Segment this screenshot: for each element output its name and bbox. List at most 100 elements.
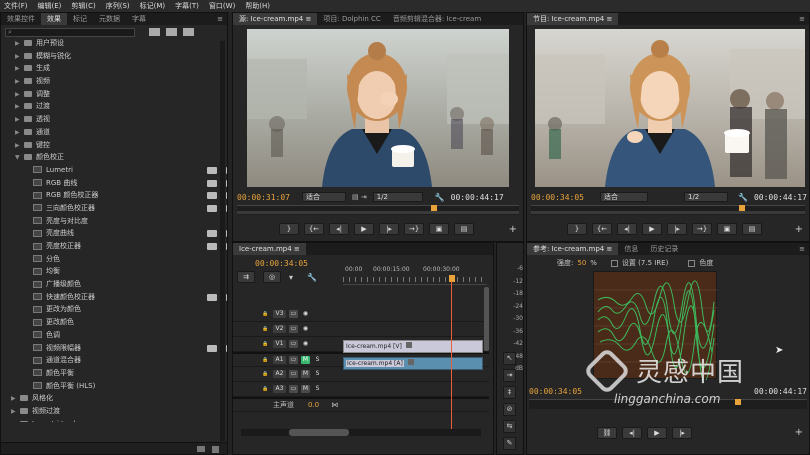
linked-selection-button[interactable]: ◎	[263, 271, 281, 283]
tab-audio-mixer[interactable]: 音频剪辑混合器: Ice-cream	[387, 13, 487, 25]
menu-item-7[interactable]: 帮助(H)	[245, 1, 270, 11]
step-back-button[interactable]: ◂|	[329, 223, 349, 235]
eye-icon[interactable]: ◉	[301, 310, 310, 318]
effect-tree-item[interactable]: Lumetri	[11, 164, 227, 177]
effect-tree-item[interactable]: 通道混合器	[11, 354, 227, 367]
ref-play-button[interactable]: ▶	[647, 427, 667, 439]
effect-tree-item[interactable]: 更改颜色	[11, 316, 227, 329]
add-marker-icon[interactable]: ▾	[289, 273, 293, 282]
effect-tree-item[interactable]: 亮度与对比度	[11, 215, 227, 228]
master-go-to-icon[interactable]: ⋈	[331, 401, 338, 409]
menu-item-6[interactable]: 窗口(W)	[209, 1, 235, 11]
effect-tree-item[interactable]: 分色	[11, 253, 227, 266]
reference-add-button[interactable]: +	[795, 427, 803, 438]
effect-tree-item[interactable]: ▼ 颜色校正	[11, 151, 227, 164]
program-resolution-select[interactable]: 1/2	[683, 192, 728, 202]
extract-button[interactable]: ▤	[742, 223, 762, 235]
track-name[interactable]: A2	[273, 370, 286, 378]
program-step-back-button[interactable]: ◂|	[617, 223, 637, 235]
panel-menu-icon[interactable]: ≡	[217, 15, 227, 23]
source-settings-icon[interactable]: ▤ ⇥	[352, 193, 367, 201]
effect-tree-item[interactable]: ▶ 视频过渡	[11, 405, 227, 418]
tab-reference[interactable]: 参考: Ice-cream.mp4 ≡	[527, 243, 619, 255]
track-name[interactable]: A1	[273, 356, 286, 364]
effect-tree-item[interactable]: ▶ 用户预设	[11, 37, 227, 50]
timeline-hscroll[interactable]	[241, 429, 481, 436]
effect-tree-item[interactable]: ▶ 通道	[11, 126, 227, 139]
accelerated-filter-icon[interactable]	[149, 28, 160, 36]
program-scrub-bar[interactable]	[531, 205, 805, 215]
menu-item-1[interactable]: 编辑(E)	[38, 1, 62, 11]
ref-step-forward-button[interactable]: |▸	[672, 427, 692, 439]
wrench-icon[interactable]: 🔧	[435, 193, 445, 202]
eye-icon[interactable]: ◉	[301, 325, 310, 333]
program-go-to-out-button[interactable]: →}	[692, 223, 712, 235]
insert-button[interactable]: ▣	[429, 223, 449, 235]
effect-tree-item[interactable]: ▶ 模糊与锐化	[11, 50, 227, 63]
lock-icon[interactable]: 🔒	[261, 340, 270, 348]
chroma-checkbox[interactable]	[688, 259, 696, 267]
source-add-button[interactable]: +	[509, 224, 517, 235]
mark-in-button[interactable]: }	[279, 223, 299, 235]
effect-tree-item[interactable]: RGB 颜色校正器	[11, 189, 227, 202]
program-go-to-in-button[interactable]: {←	[592, 223, 612, 235]
trash-icon[interactable]	[212, 446, 219, 453]
video-clip[interactable]: Ice-cream.mp4 [V]	[343, 340, 483, 353]
menu-item-3[interactable]: 序列(S)	[106, 1, 130, 11]
program-menu-icon[interactable]: ≡	[799, 15, 809, 23]
lock-icon[interactable]: 🔒	[261, 356, 270, 364]
chevron-right-icon[interactable]: ▶	[11, 419, 20, 422]
program-add-button[interactable]: +	[795, 224, 803, 235]
effect-tree-item[interactable]: 快速颜色校正器	[11, 291, 227, 304]
selection-tool[interactable]: ↖	[503, 352, 516, 365]
menu-item-0[interactable]: 文件(F)	[4, 1, 28, 11]
source-resolution-select[interactable]: 1/2	[372, 192, 423, 202]
setup-checkbox[interactable]	[610, 259, 618, 267]
tab-info[interactable]: 信息	[618, 243, 644, 255]
track-name[interactable]: A3	[273, 385, 286, 393]
lock-icon[interactable]: 🔒	[261, 370, 270, 378]
yuv-filter-icon[interactable]	[183, 28, 194, 36]
effect-tree-item[interactable]: 视频限幅器	[11, 342, 227, 355]
tab-program[interactable]: 节目: Ice-cream.mp4 ≡	[527, 13, 619, 25]
effect-tree-item[interactable]: ▶ 透视	[11, 113, 227, 126]
pen-tool[interactable]: ✎	[503, 437, 516, 450]
effect-tree-item[interactable]: 亮度曲线	[11, 227, 227, 240]
timeline-timecode[interactable]: 00:00:34:05	[255, 259, 308, 268]
gang-source-button[interactable]: ⛓	[597, 427, 617, 439]
tab-effects[interactable]: 效果	[41, 13, 67, 25]
tab-source[interactable]: 源: Ice-cream.mp4 ≡	[233, 13, 318, 25]
timeline-playhead-marker[interactable]	[449, 275, 455, 282]
track-select-tool[interactable]: ⇥	[503, 369, 516, 382]
effect-tree-item[interactable]: ▶ 风格化	[11, 392, 227, 405]
effects-scrollbar[interactable]	[220, 41, 225, 441]
menu-item-4[interactable]: 标记(M)	[140, 1, 166, 11]
track-name[interactable]: V2	[273, 325, 286, 333]
go-to-in-button[interactable]: {←	[304, 223, 324, 235]
menu-item-5[interactable]: 字幕(T)	[175, 1, 199, 11]
program-wrench-icon[interactable]: 🔧	[738, 193, 748, 202]
effect-tree-item[interactable]: 亮度校正器	[11, 240, 227, 253]
effect-tree-item[interactable]: RGB 曲线	[11, 177, 227, 190]
menu-item-2[interactable]: 剪辑(C)	[71, 1, 95, 11]
effect-tree-item[interactable]: ▶ 键控	[11, 139, 227, 152]
snap-button[interactable]: ⇉	[237, 271, 255, 283]
solo-button[interactable]: S	[313, 385, 322, 393]
mute-button[interactable]: M	[301, 356, 310, 364]
effect-tree-item[interactable]: ▶ 调整	[11, 88, 227, 101]
mute-button[interactable]: M	[301, 370, 310, 378]
program-play-button[interactable]: ▶	[642, 223, 662, 235]
tab-history[interactable]: 历史记录	[644, 243, 684, 255]
search-input[interactable]: ⌕	[5, 27, 135, 37]
play-button[interactable]: ▶	[354, 223, 374, 235]
effect-tree-item[interactable]: 颜色平衡 (HLS)	[11, 380, 227, 393]
effect-tree-item[interactable]: 三向颜色校正器	[11, 202, 227, 215]
lock-icon[interactable]: 🔒	[261, 310, 270, 318]
reference-menu-icon[interactable]: ≡	[799, 245, 809, 253]
master-volume-value[interactable]: 0.0	[308, 401, 319, 409]
lock-icon[interactable]: 🔒	[261, 325, 270, 333]
sync-lock-icon[interactable]: ▭	[289, 385, 298, 393]
tab-sequence[interactable]: Ice-cream.mp4 ≡	[233, 243, 306, 255]
eye-icon[interactable]: ◉	[301, 340, 310, 348]
effect-tree-item[interactable]: ▶ 视频	[11, 75, 227, 88]
